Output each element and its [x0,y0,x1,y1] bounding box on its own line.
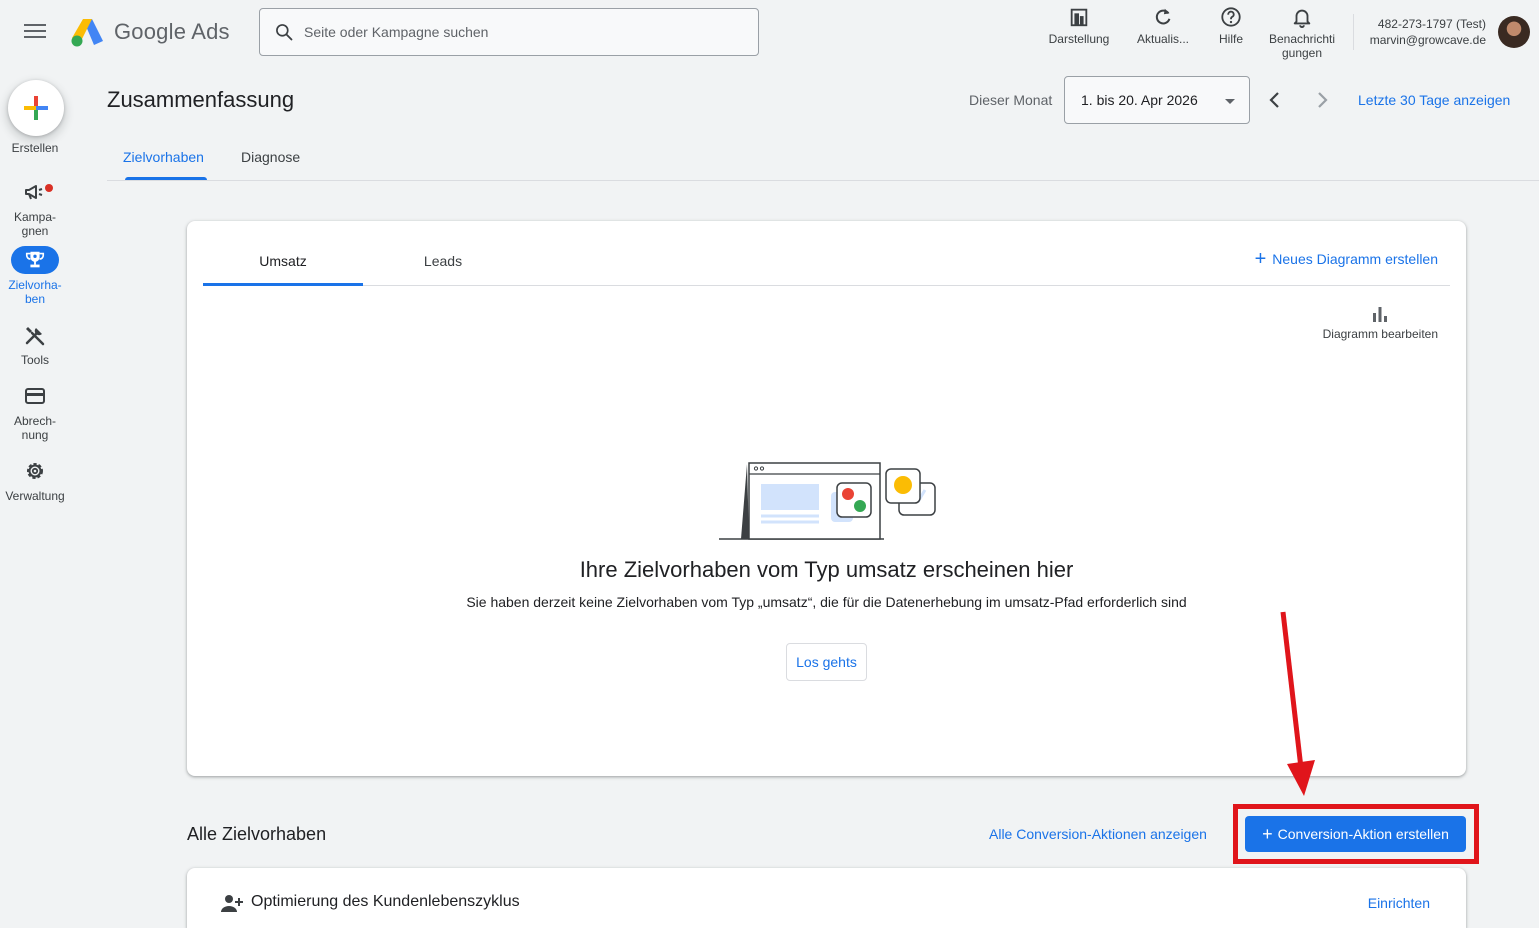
avatar[interactable] [1498,16,1530,48]
edit-chart-label: Diagramm bearbeiten [1322,327,1438,341]
tab-leads[interactable]: Leads [363,253,523,269]
account-email: marvin@growcave.de [1369,33,1486,47]
goals-label-line2: ben [24,292,46,306]
empty-state-illustration [719,462,936,540]
app-name: Google Ads [114,19,230,44]
bell-icon [1293,9,1311,28]
new-chart-button[interactable]: + Neues Diagramm erstellen [1254,248,1438,270]
sidebar-item-campaigns[interactable]: Kampa-gnen [0,180,70,240]
campaigns-label-line2: gnen [21,224,49,238]
help-label: Hilfe [1218,32,1243,46]
refresh-button[interactable]: Aktualis... [1129,6,1197,46]
account-info[interactable]: 482-273-1797 (Test) marvin@growcave.de [1362,16,1486,48]
notification-dot [45,184,53,192]
megaphone-icon [25,185,43,200]
create-button[interactable] [8,80,64,136]
sidebar-item-billing[interactable]: Abrech-nung [0,384,70,442]
add-person-icon [221,895,243,912]
goals-label-line1: Zielvorha- [8,278,62,292]
tab-diagnosis[interactable]: Diagnose [241,149,300,165]
sidebar-item-goals[interactable]: Zielvorha-ben [0,246,70,308]
tools-icon [25,327,45,346]
campaigns-label-line1: Kampa- [13,210,57,224]
page-tabs: Zielvorhaben Diagnose [107,136,1539,181]
toolbar-divider [1353,14,1354,50]
refresh-label: Aktualis... [1136,32,1190,46]
menu-icon[interactable] [22,20,48,44]
tools-label: Tools [20,353,49,367]
next-period-icon[interactable] [1310,88,1334,112]
gear-icon [27,463,43,479]
get-started-button[interactable]: Los gehts [786,643,867,681]
appearance-label: Darstellung [1048,32,1110,46]
notifications-button[interactable]: Benachrichti gungen [1263,6,1341,60]
annotation-arrow-icon [1280,611,1315,796]
appearance-button[interactable]: Darstellung [1045,6,1113,46]
empty-state-title: Ihre Zielvorhaben vom Typ umsatz erschei… [579,557,1074,582]
page-title: Zusammenfassung [107,87,295,112]
last-30-days-link[interactable]: Letzte 30 Tage anzeigen [1358,92,1510,108]
setup-link[interactable]: Einrichten [1368,895,1430,911]
google-ads-logo-icon [71,19,103,47]
tab-goals[interactable]: Zielvorhaben [123,149,204,165]
previous-period-icon[interactable] [1263,88,1287,112]
create-label: Erstellen [11,141,59,155]
lifecycle-title: Optimierung des Kundenlebenszyklus [251,893,520,910]
search-box[interactable] [259,8,759,56]
search-icon [276,24,293,41]
chevron-down-icon [1225,99,1235,104]
all-goals-title: Alle Zielvorhaben [187,824,327,844]
billing-label-line2: nung [21,428,49,442]
annotation-highlight-box [1233,804,1479,864]
sidebar-item-admin[interactable]: Verwaltung [0,459,70,505]
admin-label: Verwaltung [5,489,65,503]
billing-label-line1: Abrech- [13,414,57,428]
new-chart-label: Neues Diagramm erstellen [1272,251,1438,267]
credit-card-icon [25,388,45,404]
date-range-select[interactable]: 1. bis 20. Apr 2026 [1064,76,1250,124]
plus-icon: + [1254,248,1267,270]
plus-multicolor-icon [24,96,48,120]
help-icon [1221,7,1241,27]
show-all-conversions-link[interactable]: Alle Conversion-Aktionen anzeigen [989,826,1207,842]
notifications-label-line1: Benachrichti [1268,32,1336,46]
sidebar-item-tools[interactable]: Tools [0,323,70,369]
appearance-icon [1070,8,1088,27]
lifecycle-card: Optimierung des Kundenlebenszyklus Einri… [187,868,1466,928]
account-id: 482-273-1797 (Test) [1377,17,1486,31]
tab-revenue[interactable]: Umsatz [203,253,363,269]
trophy-icon [25,251,45,268]
date-range-label: Dieser Monat [969,92,1053,108]
edit-chart-button[interactable]: Diagramm bearbeiten [1323,305,1438,341]
help-button[interactable]: Hilfe [1205,6,1257,46]
notifications-label-line2: gungen [1281,46,1323,60]
refresh-icon [1155,8,1171,25]
tab-active-indicator [125,177,207,180]
goals-active-pill [11,246,59,274]
card-tab-indicator [203,283,363,286]
google-ads-logo[interactable]: Google Ads [70,16,230,48]
date-range-value: 1. bis 20. Apr 2026 [1081,92,1198,108]
side-navigation: Erstellen Kampa-gnen Zielvorha-ben Tools… [0,64,70,918]
bar-chart-icon [1373,307,1388,322]
search-input[interactable] [304,24,724,40]
top-bar: Google Ads Darstellung Aktualis... Hilfe… [0,0,1539,64]
